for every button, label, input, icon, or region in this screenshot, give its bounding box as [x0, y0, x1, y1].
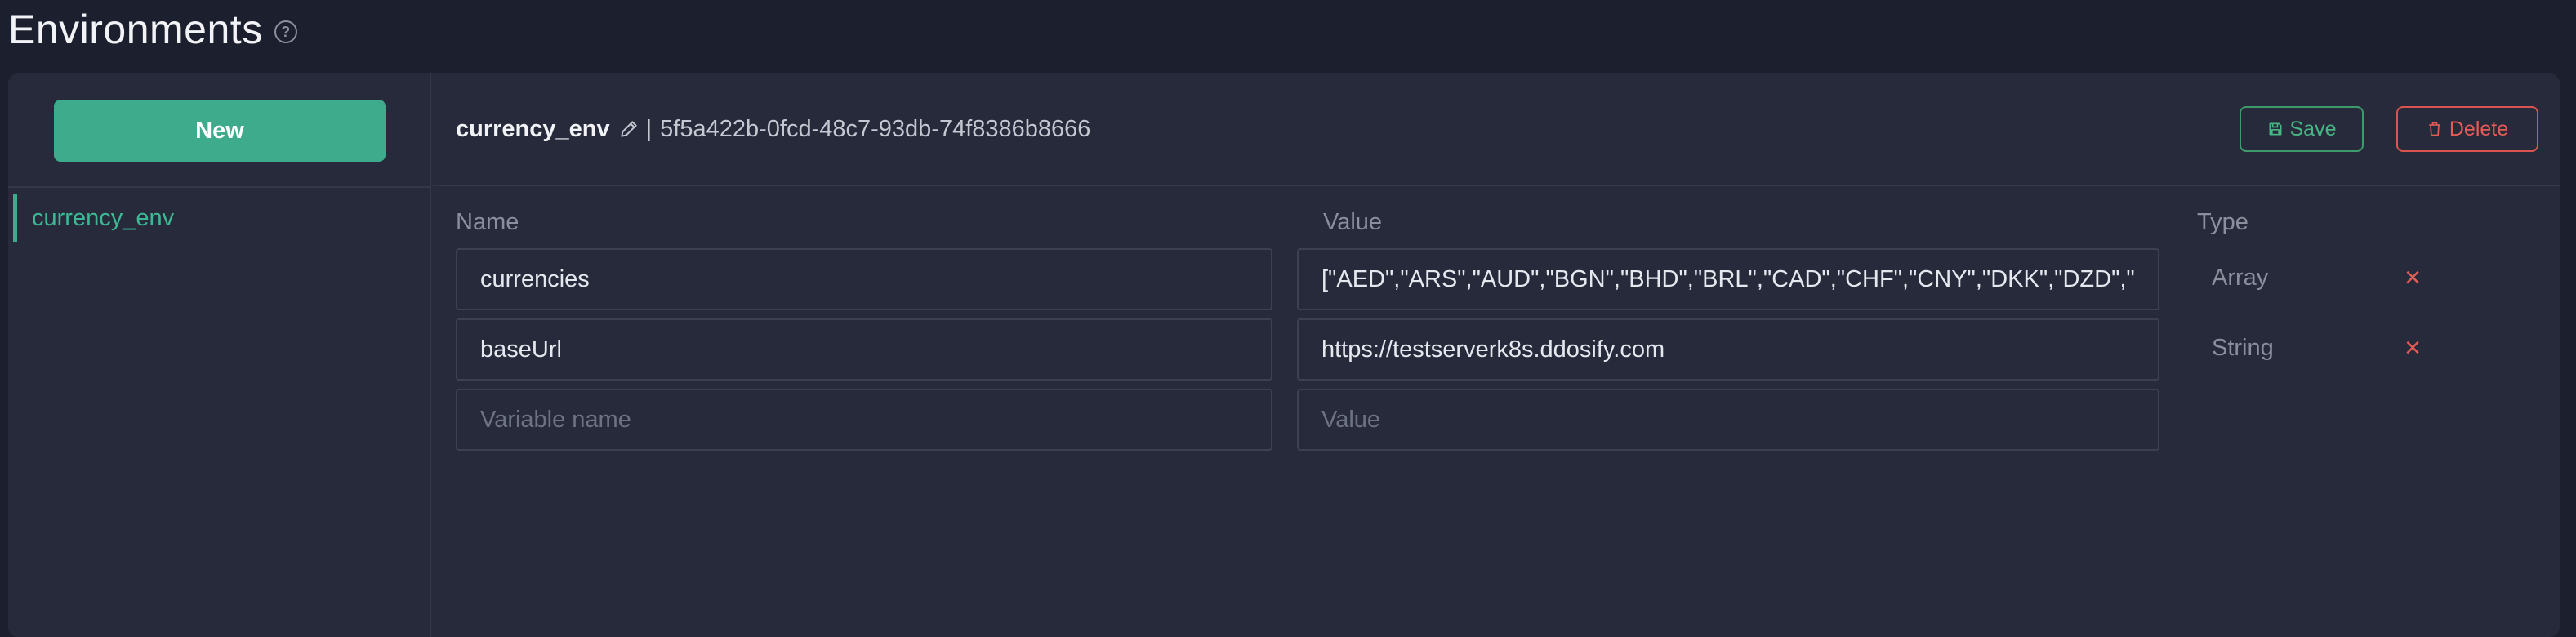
column-header-type: Type [2197, 209, 2248, 235]
environment-id: 5f5a422b-0fcd-48c7-93db-74f8386b8666 [660, 115, 1091, 142]
floppy-disk-icon [2269, 122, 2281, 136]
variable-value-field[interactable] [1297, 248, 2159, 310]
sidebar-item-label: currency_env [32, 204, 175, 231]
column-header-value: Value [1323, 209, 1383, 235]
sidebar: New currency_env [8, 74, 431, 637]
delete-button-label: Delete [2449, 117, 2509, 140]
sidebar-divider [8, 186, 430, 188]
pencil-icon[interactable] [618, 118, 640, 140]
save-button[interactable]: Save [2240, 106, 2364, 152]
new-environment-button[interactable]: New [54, 100, 386, 162]
save-button-label: Save [2289, 117, 2337, 140]
variable-value-field[interactable] [1297, 318, 2159, 381]
new-variable-name-field[interactable] [456, 389, 1272, 451]
trash-icon [2429, 122, 2440, 136]
variable-type-label: Array [2212, 265, 2269, 291]
environment-detail: currency_env | 5f5a422b-0fcd-48c7-93db-7… [433, 74, 2560, 637]
close-icon[interactable]: × [2398, 263, 2427, 292]
help-circle-icon[interactable]: ? [274, 20, 297, 43]
variable-name-field[interactable] [456, 318, 1272, 381]
sidebar-item-currency-env[interactable]: currency_env [13, 194, 421, 242]
page-header: Environments ? [8, 0, 297, 59]
delete-button[interactable]: Delete [2396, 106, 2538, 152]
page-title: Environments [8, 7, 263, 52]
environments-panel: New currency_env currency_env | 5f5a422b… [8, 74, 2560, 637]
new-variable-value-field[interactable] [1297, 389, 2159, 451]
header-separator: | [645, 115, 653, 142]
environment-name: currency_env [456, 115, 610, 142]
close-icon[interactable]: × [2398, 333, 2427, 363]
variable-name-field[interactable] [456, 248, 1272, 310]
variable-type-label: String [2212, 335, 2274, 361]
environment-header: currency_env | 5f5a422b-0fcd-48c7-93db-7… [433, 74, 2560, 186]
column-header-name: Name [456, 209, 519, 235]
